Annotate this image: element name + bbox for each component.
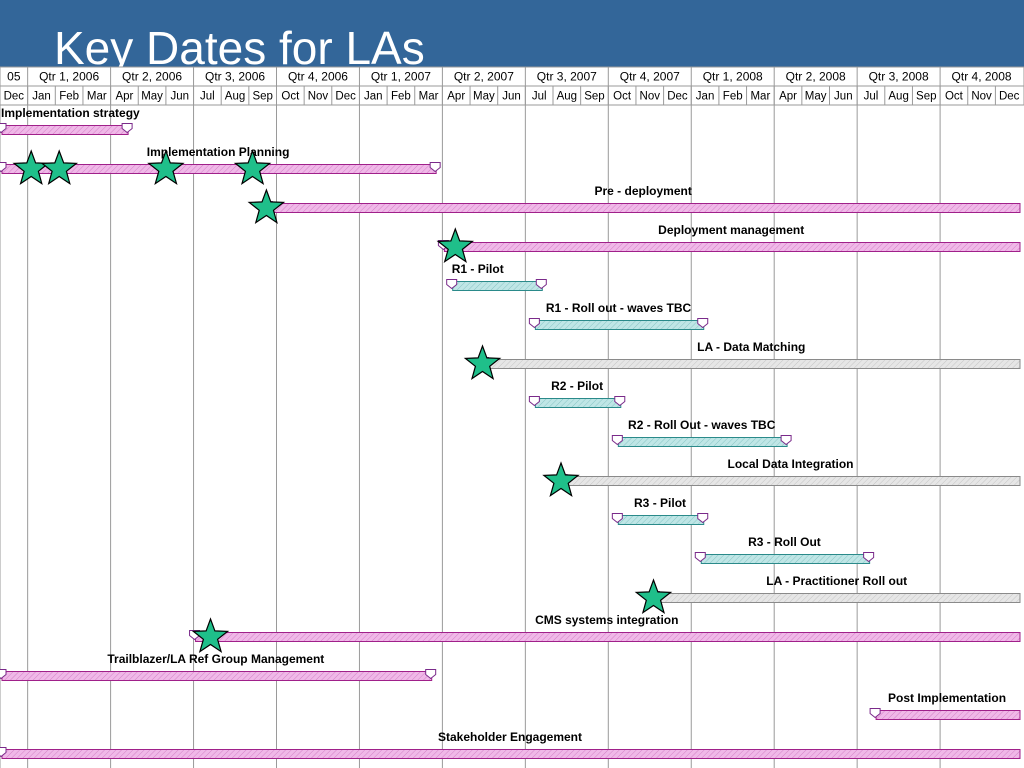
month-label: Nov (971, 91, 992, 103)
month-label: Oct (613, 91, 632, 103)
month-label: Jul (864, 91, 879, 103)
quarter-label: Qtr 3, 2006 (205, 70, 265, 84)
month-label: Jun (502, 91, 521, 103)
milestone-star[interactable] (436, 227, 475, 264)
month-label: Mar (419, 91, 439, 103)
task-bar[interactable] (1, 671, 433, 681)
quarter-label: Qtr 3, 2007 (537, 70, 597, 84)
task-label: Stakeholder Engagement (438, 730, 582, 744)
month-label: Jan (696, 91, 715, 103)
month-label: Jun (170, 91, 189, 103)
milestone-star[interactable] (542, 461, 580, 498)
task-label: R2 - Roll Out - waves TBC (628, 418, 776, 432)
month-label: Jan (364, 91, 383, 103)
month-label: Feb (391, 91, 411, 103)
month-label: Feb (723, 91, 743, 103)
task-label: R2 - Pilot (551, 379, 603, 393)
task-label: Trailblazer/LA Ref Group Management (107, 652, 324, 666)
task-bar[interactable] (617, 437, 788, 447)
task-label: Post Implementation (888, 691, 1006, 705)
month-label: Aug (225, 91, 245, 103)
month-label: Dec (999, 91, 1020, 103)
month-label: May (473, 91, 495, 103)
task-label: R3 - Roll Out (748, 535, 821, 549)
quarter-label: Qtr 1, 2006 (39, 70, 99, 84)
task-bar[interactable] (534, 320, 705, 330)
month-label: Sep (584, 91, 604, 103)
task-bar[interactable] (1, 749, 1021, 759)
quarter-label: Qtr 3, 2008 (869, 70, 929, 84)
month-label: Nov (308, 91, 329, 103)
month-label: Aug (557, 91, 577, 103)
month-label: May (141, 91, 163, 103)
task-bar[interactable] (700, 554, 871, 564)
quarter-label: Qtr 4, 2006 (288, 70, 348, 84)
month-label: Dec (335, 91, 356, 103)
task-label: Deployment management (658, 223, 804, 237)
month-label: Oct (945, 91, 964, 103)
task-label: Local Data Integration (727, 457, 853, 471)
month-label: Jun (834, 91, 853, 103)
milestone-star[interactable] (247, 188, 286, 225)
task-label: R1 - Pilot (452, 262, 504, 276)
task-label: Implementation strategy (1, 106, 140, 120)
task-bar[interactable] (452, 281, 543, 291)
milestone-star[interactable] (40, 149, 79, 186)
milestone-star[interactable] (463, 344, 502, 381)
gantt-chart: 05 Qtr 1, 2006 Qtr 2, 2006 Qtr 3, 2006 Qtr 4… (0, 66, 1024, 768)
task-bar[interactable] (875, 710, 1021, 720)
month-label: May (805, 91, 827, 103)
month-label: Dec (667, 91, 688, 103)
quarter-label: Qtr 4, 2008 (952, 70, 1012, 84)
month-label: Sep (916, 91, 936, 103)
month-label: Dec (4, 91, 25, 103)
task-label: Pre - deployment (595, 184, 692, 198)
task-label: LA - Data Matching (697, 340, 805, 354)
task-bar[interactable] (267, 203, 1021, 213)
month-label: Apr (447, 91, 465, 103)
month-label: Sep (252, 91, 272, 103)
month-label: Jan (32, 91, 51, 103)
month-label: Nov (640, 91, 661, 103)
quarter-label: Qtr 2, 2006 (122, 70, 182, 84)
quarter-label: 05 (7, 70, 21, 84)
task-bar[interactable] (617, 515, 705, 525)
month-label: Aug (888, 91, 908, 103)
task-bar[interactable] (654, 593, 1021, 603)
task-label: R3 - Pilot (634, 496, 686, 510)
task-bar[interactable] (195, 632, 1021, 642)
task-bar[interactable] (562, 476, 1021, 486)
milestone-star[interactable] (634, 578, 673, 615)
milestone-star[interactable] (191, 617, 230, 654)
quarter-label: Qtr 4, 2007 (620, 70, 680, 84)
task-label: LA - Practitioner Roll out (766, 574, 907, 588)
task-bar[interactable] (1, 125, 129, 135)
month-label: Jul (532, 91, 547, 103)
task-bar[interactable] (484, 359, 1021, 369)
month-label: Jul (200, 91, 215, 103)
quarter-label: Qtr 2, 2008 (786, 70, 846, 84)
quarter-label: Qtr 1, 2008 (703, 70, 763, 84)
month-label: Apr (779, 91, 797, 103)
month-label: Mar (750, 91, 770, 103)
task-label: CMS systems integration (535, 613, 678, 627)
task-bar[interactable] (534, 398, 622, 408)
quarter-label: Qtr 1, 2007 (371, 70, 431, 84)
quarter-label: Qtr 2, 2007 (454, 70, 514, 84)
task-bar[interactable] (443, 242, 1021, 252)
month-label: Mar (87, 91, 107, 103)
month-label: Apr (115, 91, 133, 103)
month-label: Feb (59, 91, 79, 103)
task-label: R1 - Roll out - waves TBC (546, 301, 692, 315)
milestone-star[interactable] (12, 149, 50, 186)
month-label: Oct (281, 91, 300, 103)
